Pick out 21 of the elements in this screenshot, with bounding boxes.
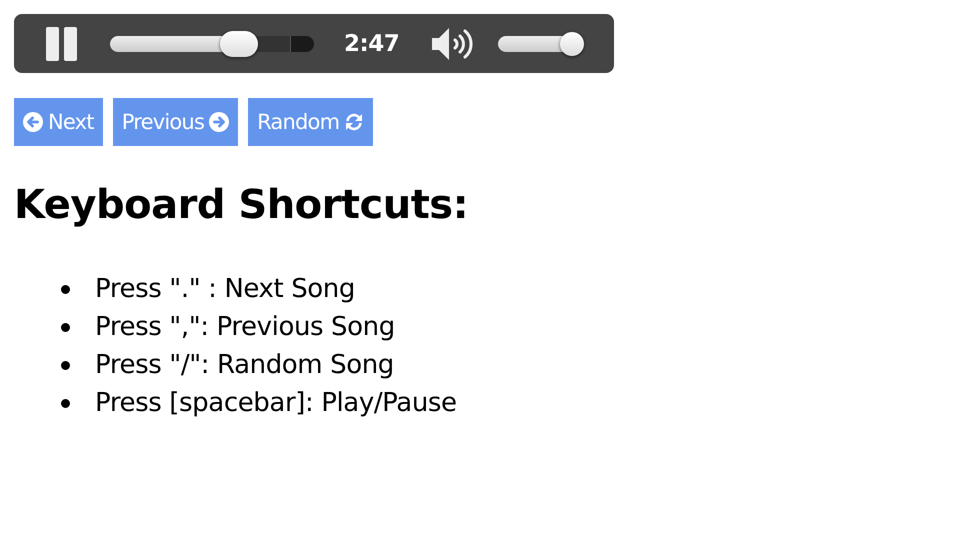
volume-thumb[interactable] — [560, 32, 584, 56]
seek-slider[interactable] — [110, 30, 314, 56]
bullet-icon — [61, 323, 70, 332]
shortcut-item: Press "." : Next Song — [95, 270, 962, 308]
shortcut-item: Press "/": Random Song — [95, 346, 962, 384]
pause-icon[interactable] — [46, 26, 78, 60]
shortcut-item: Press ",": Previous Song — [95, 308, 962, 346]
bullet-icon — [61, 285, 70, 294]
volume-slider[interactable] — [498, 30, 584, 56]
random-button[interactable]: Random — [248, 98, 374, 146]
heading: Keyboard Shortcuts: — [14, 182, 470, 228]
arrow-right-circle-icon — [209, 112, 230, 132]
seek-thumb[interactable] — [220, 30, 258, 56]
bullet-icon — [61, 361, 70, 370]
bullet-icon — [61, 399, 70, 408]
next-button[interactable]: Next — [14, 98, 103, 146]
refresh-icon — [344, 112, 364, 132]
shortcut-item: Press [spacebar]: Play/Pause — [95, 384, 962, 422]
previous-button[interactable]: Previous — [112, 98, 238, 146]
time-display: 2:47 — [344, 30, 400, 56]
arrow-left-circle-icon — [23, 112, 43, 132]
